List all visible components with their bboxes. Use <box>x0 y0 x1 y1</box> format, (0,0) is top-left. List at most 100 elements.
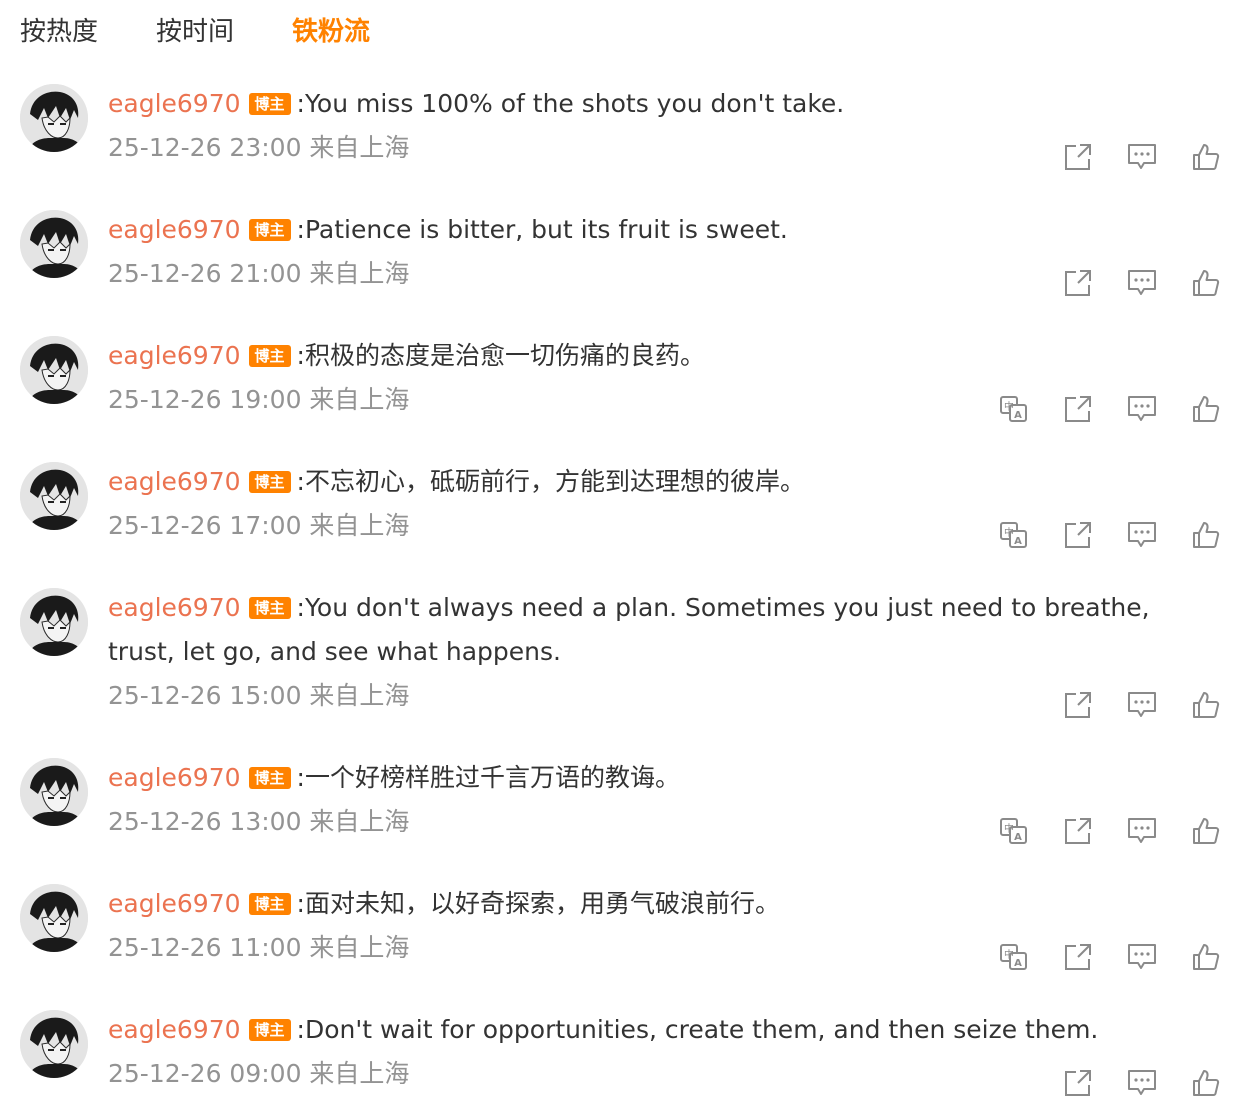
translate-button[interactable]: 中A <box>997 394 1031 428</box>
translate-button[interactable]: 中A <box>997 942 1031 976</box>
tab-hot[interactable]: 按热度 <box>20 12 98 52</box>
comment-body: eagle6970 博主:Don't wait for opportunities… <box>108 1010 1168 1100</box>
like-icon <box>1191 268 1221 302</box>
svg-text:中: 中 <box>1004 948 1014 961</box>
reply-button[interactable] <box>1125 816 1159 850</box>
avatar[interactable] <box>20 1010 88 1078</box>
avatar[interactable] <box>20 884 88 952</box>
comment-actions: 中A <box>997 816 1223 850</box>
repost-button[interactable] <box>1061 816 1095 850</box>
comment-actions <box>1061 142 1223 176</box>
like-button[interactable] <box>1189 268 1223 302</box>
repost-icon <box>1063 394 1093 428</box>
comment-time: 25-12-26 15:00 来自上海 <box>108 681 410 710</box>
repost-button[interactable] <box>1061 942 1095 976</box>
avatar[interactable] <box>20 462 88 530</box>
author-badge: 博主 <box>248 471 291 493</box>
comment-actions: 中A <box>997 520 1223 554</box>
username-link[interactable]: eagle6970 <box>108 341 241 370</box>
like-icon <box>1191 816 1221 850</box>
username-link[interactable]: eagle6970 <box>108 467 241 496</box>
author-badge: 博主 <box>248 345 291 367</box>
repost-icon <box>1063 520 1093 554</box>
author-badge: 博主 <box>248 767 291 789</box>
author-badge: 博主 <box>248 893 291 915</box>
comment-body: eagle6970 博主:You don't always need a plan… <box>108 588 1168 722</box>
username-link[interactable]: eagle6970 <box>108 763 241 792</box>
translate-button[interactable]: 中A <box>997 520 1031 554</box>
comment-icon <box>1127 394 1157 428</box>
comment-time: 25-12-26 21:00 来自上海 <box>108 259 410 288</box>
reply-button[interactable] <box>1125 942 1159 976</box>
comment-text: :不忘初心，砥砺前行，方能到达理想的彼岸。 <box>296 467 805 496</box>
comment-item: eagle6970 博主:一个好榜样胜过千言万语的教诲。 25-12-26 13:0… <box>0 758 1251 848</box>
translate-button[interactable]: 中A <box>997 816 1031 850</box>
comment-actions <box>1061 1068 1223 1102</box>
repost-button[interactable] <box>1061 394 1095 428</box>
avatar[interactable] <box>20 210 88 278</box>
author-badge: 博主 <box>248 597 291 619</box>
comment-actions <box>1061 268 1223 302</box>
reply-button[interactable] <box>1125 394 1159 428</box>
repost-button[interactable] <box>1061 268 1095 302</box>
comment-icon <box>1127 268 1157 302</box>
like-button[interactable] <box>1189 942 1223 976</box>
repost-icon <box>1063 142 1093 176</box>
like-button[interactable] <box>1189 690 1223 724</box>
username-link[interactable]: eagle6970 <box>108 593 241 622</box>
comment-item: eagle6970 博主:积极的态度是治愈一切伤痛的良药。 25-12-26 19:… <box>0 336 1251 426</box>
comment-body: eagle6970 博主:You miss 100% of the shots y… <box>108 84 1168 174</box>
repost-icon <box>1063 816 1093 850</box>
comment-actions <box>1061 690 1223 724</box>
comment-line: eagle6970 博主:一个好榜样胜过千言万语的教诲。 <box>108 756 1168 800</box>
like-button[interactable] <box>1189 816 1223 850</box>
like-button[interactable] <box>1189 394 1223 428</box>
username-link[interactable]: eagle6970 <box>108 89 241 118</box>
repost-button[interactable] <box>1061 690 1095 724</box>
tab-time[interactable]: 按时间 <box>156 12 234 52</box>
svg-text:中: 中 <box>1004 822 1014 835</box>
repost-button[interactable] <box>1061 520 1095 554</box>
tab-fans[interactable]: 铁粉流 <box>292 12 370 52</box>
comment-item: eagle6970 博主:You don't always need a plan… <box>0 588 1251 722</box>
author-badge: 博主 <box>248 93 291 115</box>
comment-actions: 中A <box>997 394 1223 428</box>
comment-time: 25-12-26 09:00 来自上海 <box>108 1059 410 1088</box>
comment-item: eagle6970 博主:不忘初心，砥砺前行，方能到达理想的彼岸。 25-12-26… <box>0 462 1251 552</box>
comment-line: eagle6970 博主:You don't always need a plan… <box>108 586 1168 674</box>
reply-button[interactable] <box>1125 520 1159 554</box>
svg-text:A: A <box>1014 958 1022 969</box>
author-badge: 博主 <box>248 219 291 241</box>
repost-icon <box>1063 942 1093 976</box>
comment-line: eagle6970 博主:Patience is bitter, but its … <box>108 208 1168 252</box>
like-icon <box>1191 1068 1221 1102</box>
author-badge: 博主 <box>248 1019 291 1041</box>
avatar[interactable] <box>20 84 88 152</box>
translate-icon: 中A <box>999 520 1029 554</box>
comment-body: eagle6970 博主:Patience is bitter, but its … <box>108 210 1168 300</box>
username-link[interactable]: eagle6970 <box>108 889 241 918</box>
username-link[interactable]: eagle6970 <box>108 215 241 244</box>
repost-button[interactable] <box>1061 142 1095 176</box>
reply-button[interactable] <box>1125 690 1159 724</box>
reply-button[interactable] <box>1125 268 1159 302</box>
avatar[interactable] <box>20 588 88 656</box>
translate-icon: 中A <box>999 394 1029 428</box>
like-button[interactable] <box>1189 142 1223 176</box>
svg-text:中: 中 <box>1004 526 1014 539</box>
comment-item: eagle6970 博主:You miss 100% of the shots y… <box>0 84 1251 174</box>
comment-item: eagle6970 博主:Don't wait for opportunities… <box>0 1010 1251 1100</box>
translate-icon: 中A <box>999 816 1029 850</box>
repost-button[interactable] <box>1061 1068 1095 1102</box>
comment-icon <box>1127 142 1157 176</box>
avatar[interactable] <box>20 336 88 404</box>
username-link[interactable]: eagle6970 <box>108 1015 241 1044</box>
comment-line: eagle6970 博主:不忘初心，砥砺前行，方能到达理想的彼岸。 <box>108 460 1168 504</box>
like-button[interactable] <box>1189 520 1223 554</box>
reply-button[interactable] <box>1125 142 1159 176</box>
reply-button[interactable] <box>1125 1068 1159 1102</box>
avatar[interactable] <box>20 758 88 826</box>
like-button[interactable] <box>1189 1068 1223 1102</box>
svg-text:中: 中 <box>1004 400 1014 413</box>
comment-text: :Patience is bitter, but its fruit is sw… <box>296 215 788 244</box>
